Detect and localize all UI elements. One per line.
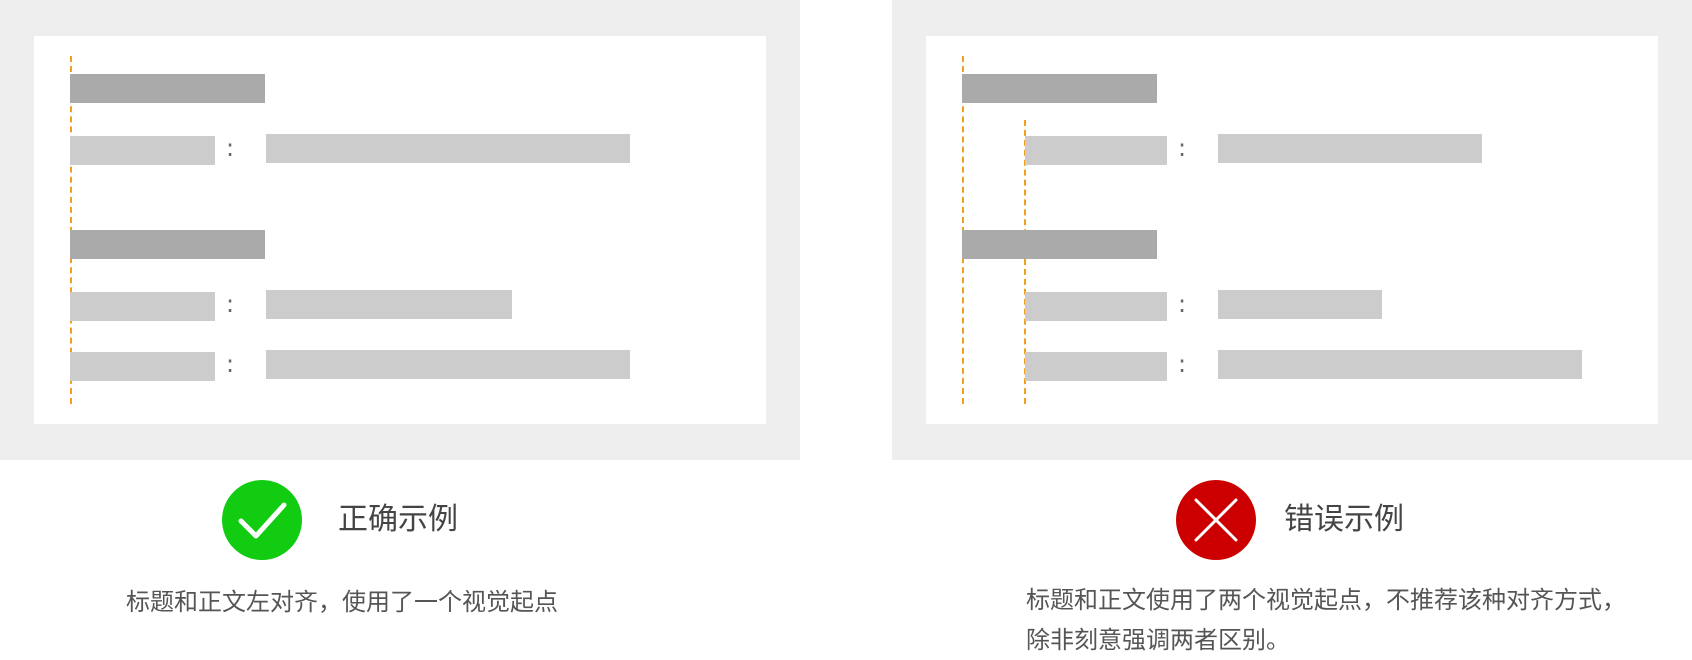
heading-placeholder (70, 74, 265, 103)
correct-example-panel: : : : (0, 0, 800, 460)
wrong-example-title: 错误示例 (1284, 502, 1404, 537)
heading-placeholder (962, 74, 1157, 103)
correct-example-description: 标题和正文左对齐，使用了一个视觉起点 (126, 588, 558, 616)
wrong-example-panel: : : : (892, 0, 1692, 460)
correct-example-title: 正确示例 (338, 502, 458, 537)
label-placeholder (70, 352, 215, 381)
wrong-example-description: 标题和正文使用了两个视觉起点，不推荐该种对齐方式，除非刻意强调两者区别。 (1026, 586, 1626, 654)
value-placeholder (1218, 350, 1582, 379)
value-placeholder (266, 134, 630, 163)
heading-placeholder (70, 230, 265, 259)
colon-separator: : (225, 350, 235, 378)
label-placeholder (70, 292, 215, 321)
correct-example-card: : : : (34, 36, 766, 424)
label-placeholder (1025, 352, 1167, 381)
close-icon (1176, 480, 1256, 560)
label-placeholder (1025, 292, 1167, 321)
heading-placeholder (962, 230, 1157, 259)
colon-separator: : (225, 290, 235, 318)
colon-separator: : (225, 134, 235, 162)
value-placeholder (1218, 290, 1382, 319)
value-placeholder (1218, 134, 1482, 163)
label-placeholder (70, 136, 215, 165)
colon-separator: : (1177, 350, 1187, 378)
value-placeholder (266, 290, 512, 319)
label-placeholder (1025, 136, 1167, 165)
value-placeholder (266, 350, 630, 379)
wrong-example-card: : : : (926, 36, 1658, 424)
colon-separator: : (1177, 290, 1187, 318)
colon-separator: : (1177, 134, 1187, 162)
check-icon (222, 480, 302, 560)
